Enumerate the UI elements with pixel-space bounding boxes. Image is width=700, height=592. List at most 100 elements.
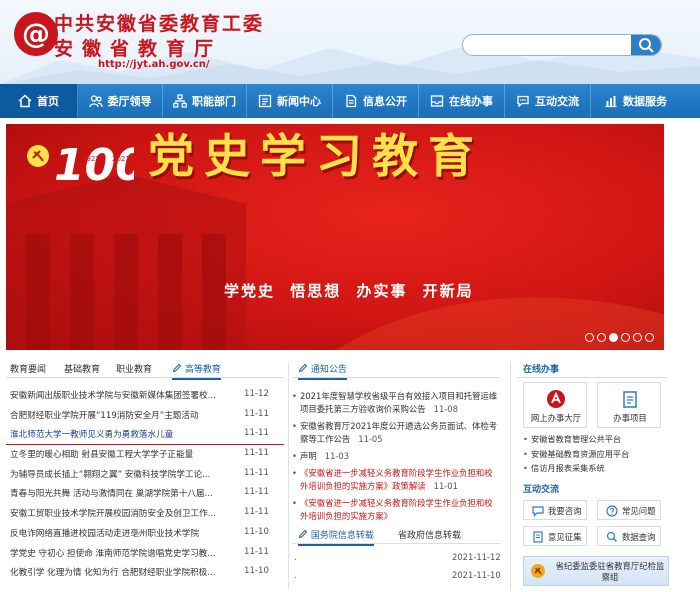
nav-item-info-disclosure[interactable]: 信息公开 [333,84,419,118]
discipline-inspection-link[interactable]: 省纪委监委驻省教育厅纪检监察组 [523,556,669,586]
faq-label: 常见问题 [622,506,656,516]
data-query-button[interactable]: 数据查询 [597,526,661,546]
carousel-dot[interactable] [633,333,642,342]
gov-info-item[interactable]: . 2021-11-12 [292,550,501,568]
tab-state-council-info[interactable]: 国务院信息转载 [298,528,374,546]
online-hall-button[interactable]: 网上办事大厅 [523,382,587,428]
news-item[interactable]: 合肥财经职业学院开展“119消防安全月”主题活动 11-11 [6,406,284,426]
notice-text[interactable]: 《安徽省进一步减轻义务教育阶段学生作业负担和校外培训负担的实施方案》政策解读 [300,468,493,491]
news-date: 11-10 [244,566,269,577]
news-item[interactable]: 反电诈网络直播进校园活动走进亳州职业技术学院 11-10 [6,524,284,544]
news-title[interactable]: 安徽工贸职业技术学院开展校园消防安全及创卫工作... [10,507,234,519]
pencil-icon [298,363,308,373]
news-date: 11-11 [244,487,269,498]
search-button[interactable] [631,35,661,55]
tab-label: 高等教育 [184,365,221,375]
tab-basic-education[interactable]: 基础教育 [64,362,100,375]
news-title[interactable]: 化教引学 化理为情 化知为行 合肥财经职业学院积极... [10,566,234,578]
emblem-number: 100 [54,140,134,191]
nav-label: 新闻中心 [277,95,321,108]
consult-label: 我要咨询 [548,506,582,516]
opinion-button[interactable]: 意见征集 [523,526,587,546]
discipline-inspection-label: 省纪委监委驻省教育厅纪检监察组 [555,561,665,582]
news-title[interactable]: 反电诈网络直播进校园活动走进亳州职业技术学院 [10,527,234,539]
gov-info-tabs: 国务院信息转载 省政府信息转载 [292,526,500,546]
svg-text:@: @ [22,17,50,50]
nav-item-data-service[interactable]: 数据服务 [591,84,680,118]
nav-item-interaction[interactable]: 互动交流 [505,84,591,118]
newspaper-icon [258,94,272,108]
tab-higher-education[interactable]: 高等教育 [172,362,221,380]
pencil-icon [172,363,182,373]
notice-item[interactable]: 安徽省教育厅2021年度公开遴选公务员面试、体检考察等工作公告11-05 [292,420,500,446]
news-title[interactable]: 淮北师范大学一教师见义勇为勇救落水儿童 [10,428,234,440]
news-item[interactable]: 安徽工贸职业技术学院开展校园消防安全及创卫工作... 11-11 [6,504,284,524]
news-list: 安徽新闻出版职业技术学院与安徽新媒体集团签署校... 11-12 合肥财经职业学院… [6,386,284,583]
news-title[interactable]: 青春与阳光共舞 活动与激情同在 巢湖学院第十八届... [10,487,234,499]
site-title-line2: 安徽省教育厅 [54,38,223,60]
notice-text[interactable]: 声明 [300,451,317,461]
notice-text[interactable]: 2021年度智慧学校省级平台有效接入项目和托管运维项目委托第三方验收询价采购公告 [300,391,497,414]
news-tabs: 教育要闻 基础教育 职业教育 高等教育 [6,360,284,380]
column-divider [510,362,511,590]
nav-item-home[interactable]: 首页 [0,84,78,118]
notice-text[interactable]: 《安徽省进一步减轻义务教育阶段学生作业负担和校外培训负担的实施方案》 [300,498,493,521]
site-url[interactable]: http://jyt.ah.gov.cn/ [98,59,210,70]
news-item-highlighted[interactable]: 淮北师范大学一教师见义勇为勇救落水儿童 11-11 [6,425,284,446]
carousel-dot-active[interactable] [609,333,618,342]
notice-text[interactable]: 安徽省教育厅2021年度公开遴选公务员面试、体检考察等工作公告 [300,421,497,444]
gov-info-item[interactable]: . 2021-11-10 [292,568,501,586]
service-items-button[interactable]: 办事项目 [597,382,661,428]
faq-button[interactable]: 常见问题 [597,500,661,520]
consult-button[interactable]: 我要咨询 [523,500,587,520]
nav-item-news-center[interactable]: 新闻中心 [247,84,333,118]
platform-link[interactable]: 安徽省教育管理公共平台 [523,432,669,447]
notice-title[interactable]: 通知公告 [298,362,347,380]
nav-item-online-service[interactable]: 在线办事 [419,84,505,118]
notice-item[interactable]: 2021年度智慧学校省级平台有效接入项目和托管运维项目委托第三方验收询价采购公告… [292,390,500,416]
tab-provincial-info[interactable]: 省政府信息转载 [398,528,461,541]
nav-item-departments[interactable]: 职能部门 [163,84,247,118]
carousel-dot[interactable] [645,333,654,342]
gov-info-list: . 2021-11-12 . 2021-11-10 [292,550,501,586]
notice-item-highlighted[interactable]: 《安徽省进一步减轻义务教育阶段学生作业负担和校外培训负担的实施方案》政策解读11… [292,467,500,493]
gov-info-bullet: . [294,570,297,580]
news-title[interactable]: 合肥财经职业学院开展“119消防安全月”主题活动 [10,409,234,421]
tab-education-news[interactable]: 教育要闻 [10,362,46,375]
news-date: 11-11 [244,448,269,459]
notice-date: 11-08 [433,404,458,414]
news-item[interactable]: 立冬里的暖心相助 射县安徽工程大学学子正能量 11-11 [6,445,284,465]
carousel-dot[interactable] [621,333,630,342]
carousel-dot[interactable] [597,333,606,342]
notice-date: 11-01 [433,481,458,491]
news-date: 11-11 [244,507,269,518]
nav-label: 在线办事 [449,95,493,108]
search-input[interactable] [471,37,621,54]
news-title[interactable]: 安徽新闻出版职业技术学院与安徽新媒体集团签署校... [10,389,234,401]
news-item[interactable]: 化教引学 化理为情 化知为行 合肥财经职业学院积极... 11-10 [6,563,284,583]
news-item[interactable]: 学党史 守初心 担使命 淮南师范学院谱唱党史学习教... 11-11 [6,544,284,564]
news-item[interactable]: 为辅导员成长插上“翱翔之翼” 安徽科技学院学工论... 11-11 [6,465,284,485]
news-date: 11-11 [244,408,269,419]
news-date: 11-11 [244,467,269,478]
nav-label: 职能部门 [192,95,236,108]
notice-item[interactable]: 声明 11-03 [292,450,500,463]
nav-label: 数据服务 [623,95,667,108]
news-item[interactable]: 安徽新闻出版职业技术学院与安徽新媒体集团签署校... 11-12 [6,386,284,406]
gov-info-date: 2021-11-12 [452,552,501,562]
org-chart-icon [173,94,187,108]
news-title[interactable]: 立冬里的暖心相助 射县安徽工程大学学子正能量 [10,448,234,460]
notice-item-highlighted[interactable]: 《安徽省进一步减轻义务教育阶段学生作业负担和校外培训负担的实施方案》 [292,497,500,523]
carousel-dot[interactable] [585,333,594,342]
tab-vocational-education[interactable]: 职业教育 [116,362,152,375]
carousel-dots [585,333,654,342]
news-title[interactable]: 为辅导员成长插上“翱翔之翼” 安徽科技学院学工论... [10,468,234,480]
news-item[interactable]: 青春与阳光共舞 活动与激情同在 巢湖学院第十八届... 11-11 [6,484,284,504]
news-title[interactable]: 学党史 守初心 担使命 淮南师范学院谱唱党史学习教... [10,547,234,559]
platform-links: 安徽省教育管理公共平台 安徽基础教育资源应用平台 信访月报表采集系统 [523,432,669,476]
nav-item-leaders[interactable]: 委厅领导 [78,84,163,118]
search-box [462,34,662,56]
platform-link[interactable]: 安徽基础教育资源应用平台 [523,447,669,462]
banner-carousel[interactable]: 100 1921 2021 党史学习教育 学党史 悟思想 办实事 开新局 [6,124,664,350]
platform-link[interactable]: 信访月报表采集系统 [523,461,669,476]
